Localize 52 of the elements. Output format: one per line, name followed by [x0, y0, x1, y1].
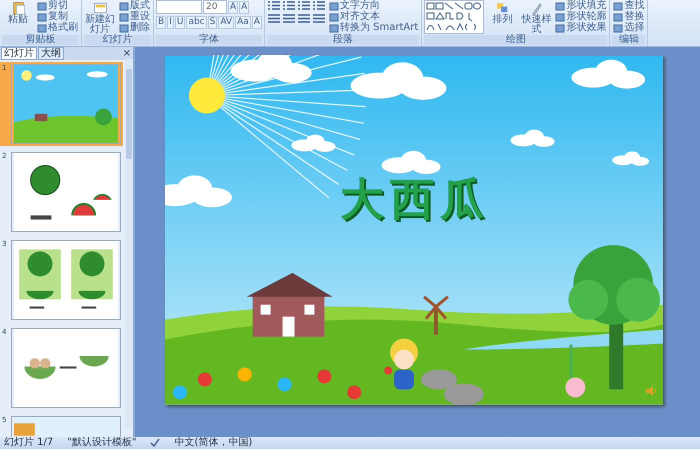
- slide-counter: 幻灯片 1/7: [4, 437, 54, 449]
- format-button[interactable]: S: [208, 16, 218, 29]
- ribbon-button[interactable]: 形状效果: [554, 22, 608, 33]
- pane-tab[interactable]: 幻灯片: [1, 47, 37, 60]
- speaker-icon: [645, 385, 657, 397]
- ribbon-button[interactable]: 形状轮廓: [554, 11, 608, 22]
- ribbon-button[interactable]: 转换为 SmartArt: [328, 22, 420, 33]
- slide-title: 大西瓜: [339, 175, 491, 225]
- list-icon: [282, 0, 296, 11]
- ribbon-button[interactable]: 替换: [612, 11, 646, 22]
- list-icon: [312, 0, 326, 11]
- list-icon: [266, 0, 281, 11]
- checkmark-icon: [150, 438, 160, 448]
- pane-tab[interactable]: 大纲: [38, 47, 64, 60]
- font-size-field[interactable]: 20: [203, 0, 227, 14]
- close-button[interactable]: ×: [122, 49, 131, 58]
- format-button[interactable]: A: [252, 16, 262, 29]
- align-icon: [312, 13, 326, 24]
- format-button[interactable]: Aa: [235, 16, 251, 29]
- font-size-button[interactable]: A: [239, 0, 250, 14]
- ribbon-button[interactable]: 选择: [612, 22, 646, 33]
- ribbon-button[interactable]: 粘贴: [2, 0, 34, 26]
- ribbon-button[interactable]: 版式: [118, 0, 151, 11]
- ribbon-button[interactable]: 复制: [36, 11, 79, 22]
- theme-name: "默认设计模板": [67, 437, 136, 449]
- language-indicator[interactable]: 中文(简体，中国): [174, 437, 252, 449]
- ribbon-button[interactable]: 排列: [486, 0, 518, 26]
- ribbon-button[interactable]: 删除: [118, 22, 151, 33]
- ribbon-button[interactable]: 查找: [612, 0, 646, 11]
- format-button[interactable]: B: [156, 16, 166, 29]
- clipboard-icon: [10, 1, 26, 15]
- group-label: 编辑: [612, 35, 646, 45]
- format-button[interactable]: U: [174, 16, 186, 29]
- align-icon: [282, 13, 296, 24]
- group-label: 段落: [266, 35, 420, 45]
- ribbon-button[interactable]: 格式刷: [36, 22, 79, 33]
- align-icon: [296, 13, 311, 24]
- group-label: 字体: [156, 35, 262, 45]
- font-size-button[interactable]: A: [228, 0, 238, 14]
- ribbon-button[interactable]: 重设: [118, 11, 151, 22]
- list-icon: [296, 0, 311, 11]
- format-button[interactable]: abc: [186, 16, 207, 29]
- slide-icon: [92, 1, 108, 15]
- ribbon-button[interactable]: 对齐文本: [328, 11, 420, 22]
- group-label: 绘图: [424, 35, 608, 45]
- format-button[interactable]: AV: [218, 16, 234, 29]
- group-label: 剪贴板: [2, 35, 79, 45]
- font-name-field[interactable]: [156, 0, 202, 14]
- group-label: 幻灯片: [84, 35, 151, 45]
- align-icon: [266, 13, 281, 24]
- stack-icon: [494, 1, 510, 15]
- format-button[interactable]: I: [167, 16, 174, 29]
